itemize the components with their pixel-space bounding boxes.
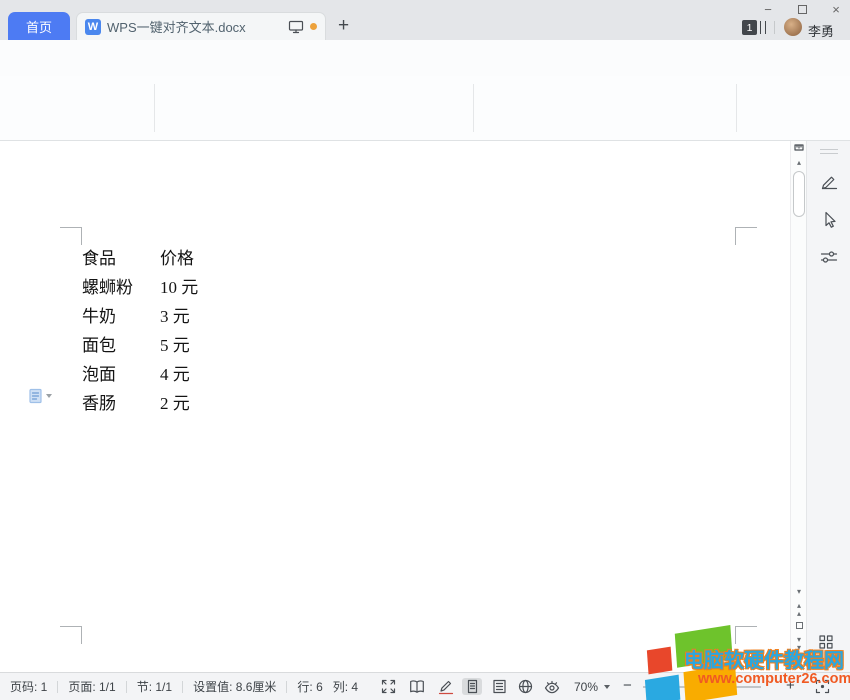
scrollbar-thumb[interactable] bbox=[793, 171, 805, 217]
doc-row: 牛奶 3 元 bbox=[82, 302, 482, 324]
wps-window: 首页 W WPS一键对齐文本.docx + − × 1 李勇 文件 bbox=[0, 0, 850, 700]
unsaved-indicator-dot bbox=[310, 23, 317, 30]
paste-options-dropdown-icon[interactable] bbox=[46, 394, 52, 398]
status-setting-value[interactable]: 设置值: 8.6厘米 bbox=[183, 678, 286, 695]
monitor-icon[interactable] bbox=[288, 20, 304, 34]
zoom-out-button[interactable]: − bbox=[623, 677, 632, 694]
food-price: 4 元 bbox=[160, 360, 190, 385]
margin-mark-bottom-left bbox=[60, 626, 82, 644]
outline-view-icon[interactable] bbox=[489, 678, 509, 695]
window-count-badge[interactable]: 1 bbox=[742, 20, 757, 35]
zoom-level[interactable]: 70% bbox=[574, 680, 598, 694]
doc-row: 食品 价格 bbox=[82, 244, 482, 266]
status-line: 行: 6 bbox=[287, 678, 332, 695]
ribbon: 粘贴 ✂ 剪切 复制 格式刷 Times New Roma 小二 A+ A− w… bbox=[0, 76, 850, 141]
doc-row: 泡面 4 元 bbox=[82, 360, 482, 382]
titlebar: 首页 W WPS一键对齐文本.docx + − × 1 李勇 bbox=[0, 0, 850, 40]
adjust-settings-icon[interactable] bbox=[820, 249, 838, 265]
ink-pen-icon[interactable] bbox=[820, 174, 839, 192]
eye-protection-icon[interactable] bbox=[542, 678, 562, 695]
document-tab[interactable]: W WPS一键对齐文本.docx bbox=[76, 12, 326, 40]
print-layout-icon[interactable] bbox=[462, 678, 482, 695]
user-name[interactable]: 李勇 bbox=[808, 21, 834, 40]
ink-mode-icon[interactable] bbox=[436, 678, 456, 695]
paste-options-icon[interactable] bbox=[28, 388, 43, 404]
window-stack-icon bbox=[760, 21, 766, 34]
scroll-up-icon[interactable]: ▴ bbox=[791, 159, 807, 167]
titlebar-divider bbox=[774, 21, 775, 34]
margin-mark-top-right bbox=[735, 227, 757, 245]
right-sidebar bbox=[806, 141, 850, 672]
new-tab-button[interactable]: + bbox=[338, 15, 349, 37]
margin-mark-top-left bbox=[60, 227, 82, 245]
food-item: 泡面 bbox=[82, 365, 116, 384]
home-tab[interactable]: 首页 bbox=[8, 12, 70, 40]
user-avatar[interactable] bbox=[784, 18, 802, 36]
vertical-scrollbar[interactable]: ▴ ▾ ▴▴ ▾▾ bbox=[790, 141, 806, 672]
document-title: WPS一键对齐文本.docx bbox=[107, 17, 246, 36]
doc-row: 螺蛳粉 10 元 bbox=[82, 273, 482, 295]
food-item: 螺蛳粉 bbox=[82, 278, 133, 297]
doc-row: 面包 5 元 bbox=[82, 331, 482, 353]
select-cursor-icon[interactable] bbox=[821, 211, 839, 230]
doc-row: 香肠 2 元 bbox=[82, 389, 482, 411]
status-page-number[interactable]: 页码: 1 bbox=[0, 678, 57, 695]
scroll-down-icon[interactable]: ▾ bbox=[791, 588, 807, 596]
document-canvas[interactable]: 食品 价格 螺蛳粉 10 元 牛奶 3 元 面包 5 元 泡面 4 元 香肠 2 元 bbox=[0, 141, 790, 672]
watermark-site-url: www.computer26.com bbox=[698, 671, 850, 687]
food-item: 面包 bbox=[82, 336, 116, 355]
read-mode-icon[interactable] bbox=[407, 678, 427, 695]
fullscreen-icon[interactable] bbox=[378, 678, 398, 695]
wps-writer-icon: W bbox=[85, 19, 101, 35]
status-section[interactable]: 节: 1/1 bbox=[127, 678, 182, 695]
minimize-button[interactable]: − bbox=[756, 1, 780, 17]
food-price: 5 元 bbox=[160, 331, 190, 356]
maximize-button[interactable] bbox=[790, 1, 814, 17]
food-item: 香肠 bbox=[82, 394, 116, 413]
status-column: 列: 4 bbox=[333, 678, 368, 695]
watermark-site-name: 电脑软硬件教程网 bbox=[684, 644, 844, 673]
food-price: 3 元 bbox=[160, 302, 190, 327]
food-price: 2 元 bbox=[160, 389, 190, 414]
status-page[interactable]: 页面: 1/1 bbox=[58, 678, 125, 695]
ruler-toggle-icon[interactable] bbox=[794, 144, 804, 154]
web-layout-icon[interactable] bbox=[515, 678, 535, 695]
food-price: 10 元 bbox=[160, 273, 198, 298]
sidebar-drag-handle[interactable] bbox=[820, 149, 838, 154]
previous-page-icon[interactable]: ▴▴ bbox=[791, 602, 807, 618]
zoom-dropdown-icon[interactable] bbox=[604, 685, 610, 689]
select-browse-object-icon[interactable] bbox=[796, 622, 803, 629]
food-price: 价格 bbox=[160, 244, 194, 269]
menubar: 文件 ↶ ↷ 开始 插入 页面布局 引用 审阅 视图 章节 开发工具 特色功能 … bbox=[0, 40, 850, 76]
food-item: 食品 bbox=[82, 249, 116, 268]
food-item: 牛奶 bbox=[82, 307, 116, 326]
close-button[interactable]: × bbox=[824, 1, 848, 17]
